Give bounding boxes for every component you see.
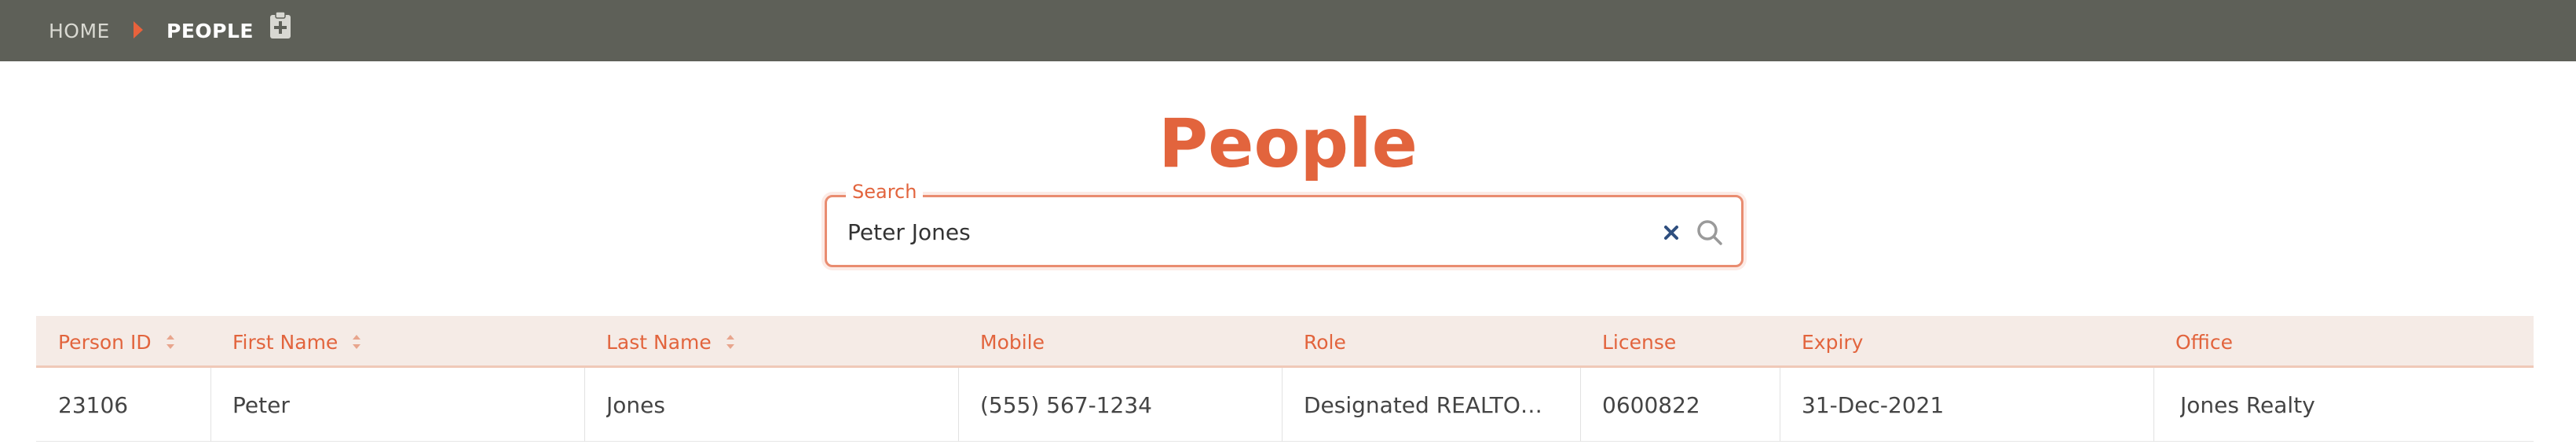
column-header-first-name[interactable]: First Name [232, 316, 361, 368]
sort-icon[interactable] [352, 335, 361, 349]
table-header: Person ID First Name Last Name Mobile Ro… [36, 316, 2534, 368]
column-header-label: Mobile [980, 330, 1045, 354]
column-header-label: Last Name [606, 330, 712, 354]
breadcrumb-home-link[interactable]: HOME [49, 0, 110, 61]
column-divider [2153, 368, 2154, 442]
column-divider [210, 368, 211, 442]
column-header-label: Office [2175, 330, 2233, 354]
search-input[interactable] [847, 213, 1633, 252]
column-header-office: Office [2175, 316, 2233, 368]
people-table: Person ID First Name Last Name Mobile Ro… [36, 316, 2534, 442]
column-header-mobile: Mobile [980, 316, 1045, 368]
page-title: People [1158, 105, 1418, 183]
column-header-label: First Name [232, 330, 338, 354]
cell-license: 0600822 [1602, 391, 1700, 418]
table-row[interactable]: 23106 Peter Jones (555) 567-1234 Designa… [36, 368, 2534, 442]
column-header-last-name[interactable]: Last Name [606, 316, 735, 368]
cell-role: Designated REALTO… [1304, 391, 1542, 418]
caret-right-icon [134, 21, 143, 39]
column-header-license: License [1602, 316, 1676, 368]
cell-mobile: (555) 567-1234 [980, 391, 1152, 418]
cell-office: Jones Realty [2180, 391, 2315, 418]
cell-person-id: 23106 [58, 391, 129, 418]
search-icon[interactable] [1694, 217, 1725, 248]
sort-icon[interactable] [726, 335, 735, 349]
cell-first-name: Peter [232, 391, 290, 418]
column-header-role: Role [1304, 316, 1346, 368]
search-field[interactable]: Search [825, 180, 1744, 267]
column-divider [584, 368, 585, 442]
top-nav-bar: HOME PEOPLE [0, 0, 2576, 61]
column-header-label: Person ID [58, 330, 152, 354]
column-header-expiry: Expiry [1802, 316, 1863, 368]
search-label: Search [846, 180, 924, 204]
clipboard-plus-icon[interactable] [269, 11, 292, 39]
column-header-label: License [1602, 330, 1677, 354]
column-divider [1282, 368, 1283, 442]
column-header-label: Expiry [1802, 330, 1864, 354]
close-icon[interactable] [1659, 221, 1683, 244]
column-divider [958, 368, 959, 442]
column-divider [1580, 368, 1581, 442]
cell-last-name: Jones [606, 391, 665, 418]
column-header-label: Role [1304, 330, 1346, 354]
column-header-person-id[interactable]: Person ID [58, 316, 175, 368]
cell-expiry: 31-Dec-2021 [1802, 391, 1945, 418]
sort-icon[interactable] [166, 335, 175, 349]
breadcrumb-current: PEOPLE [166, 19, 254, 42]
